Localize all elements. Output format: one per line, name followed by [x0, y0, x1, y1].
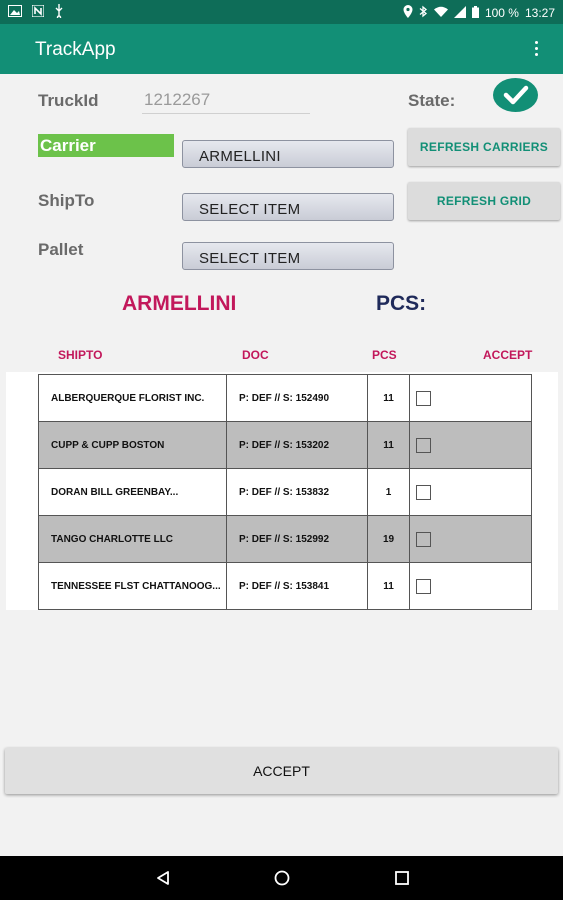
cell-pcs: 1 — [367, 468, 410, 516]
cell-doc: P: DEF // S: 153832 — [226, 468, 368, 516]
cell-accept — [409, 468, 532, 516]
cell-pcs: 11 — [367, 562, 410, 610]
battery-percent: 100 % — [484, 6, 519, 20]
app-bar: TrackApp — [0, 24, 563, 74]
bluetooth-icon — [419, 5, 428, 21]
cell-doc: P: DEF // S: 152992 — [226, 515, 368, 563]
table-row[interactable]: ALBERQUERQUE FLORIST INC. P: DEF // S: 1… — [38, 374, 532, 422]
table-row[interactable]: TANGO CHARLOTTE LLC P: DEF // S: 152992 … — [38, 515, 532, 563]
cell-shipto: ALBERQUERQUE FLORIST INC. — [38, 374, 227, 422]
accept-checkbox[interactable] — [416, 484, 431, 500]
image-icon — [8, 5, 22, 20]
refresh-carriers-button[interactable]: REFRESH CARRIERS — [408, 128, 560, 166]
shipto-label: ShipTo — [38, 191, 95, 210]
cell-doc: P: DEF // S: 153202 — [226, 421, 368, 469]
state-label: State: — [408, 91, 456, 110]
pcs-total-label: PCS: — [376, 292, 427, 315]
accept-checkbox[interactable] — [416, 437, 431, 453]
cell-doc: P: DEF // S: 153841 — [226, 562, 368, 610]
column-header-accept: ACCEPT — [483, 348, 533, 362]
table-row[interactable]: TENNESSEE FLST CHATTANOOG... P: DEF // S… — [38, 562, 532, 610]
shipto-select[interactable]: SELECT ITEM — [182, 193, 394, 221]
table-row[interactable]: CUPP & CUPP BOSTON P: DEF // S: 153202 1… — [38, 421, 532, 469]
accept-checkbox[interactable] — [416, 531, 431, 547]
app-title: TrackApp — [35, 39, 116, 60]
wifi-icon — [433, 6, 448, 20]
selected-carrier-title: ARMELLINI — [122, 292, 237, 315]
check-circle-icon — [493, 78, 538, 112]
cell-doc: P: DEF // S: 152490 — [226, 374, 368, 422]
cell-shipto: CUPP & CUPP BOSTON — [38, 421, 227, 469]
location-icon — [403, 5, 413, 21]
truck-id-label: TruckId — [38, 91, 99, 110]
overflow-menu-icon[interactable] — [529, 37, 543, 59]
battery-icon — [471, 5, 479, 21]
column-header-pcs: PCS — [372, 348, 397, 362]
truck-id-field[interactable]: 1212267 — [142, 88, 310, 114]
cell-pcs: 19 — [367, 515, 410, 563]
navigation-bar — [0, 856, 563, 900]
carrier-label: Carrier — [38, 134, 174, 157]
cell-accept — [409, 374, 532, 422]
accept-checkbox[interactable] — [416, 578, 431, 594]
cell-shipto: DORAN BILL GREENBAY... — [38, 468, 227, 516]
shipment-grid: ALBERQUERQUE FLORIST INC. P: DEF // S: 1… — [6, 372, 558, 610]
usb-icon — [54, 4, 64, 21]
cell-shipto: TENNESSEE FLST CHATTANOOG... — [38, 562, 227, 610]
cell-accept — [409, 421, 532, 469]
pallet-select[interactable]: SELECT ITEM — [182, 242, 394, 270]
clock: 13:27 — [524, 6, 555, 20]
pallet-label: Pallet — [38, 240, 84, 259]
home-icon[interactable] — [274, 870, 290, 886]
cell-pcs: 11 — [367, 421, 410, 469]
column-header-doc: DOC — [242, 348, 269, 362]
cell-pcs: 11 — [367, 374, 410, 422]
refresh-grid-button[interactable]: REFRESH GRID — [408, 182, 560, 220]
recents-icon[interactable] — [394, 870, 410, 886]
table-row[interactable]: DORAN BILL GREENBAY... P: DEF // S: 1538… — [38, 468, 532, 516]
signal-icon — [453, 5, 466, 21]
cell-shipto: TANGO CHARLOTTE LLC — [38, 515, 227, 563]
accept-checkbox[interactable] — [416, 390, 431, 406]
cell-accept — [409, 515, 532, 563]
column-header-shipto: SHIPTO — [58, 348, 103, 362]
carrier-select[interactable]: ARMELLINI — [182, 140, 394, 168]
n-icon — [31, 4, 45, 20]
cell-accept — [409, 562, 532, 610]
accept-button[interactable]: ACCEPT — [5, 748, 558, 794]
back-icon[interactable] — [155, 870, 171, 886]
status-bar: 100 % 13:27 — [0, 0, 563, 24]
